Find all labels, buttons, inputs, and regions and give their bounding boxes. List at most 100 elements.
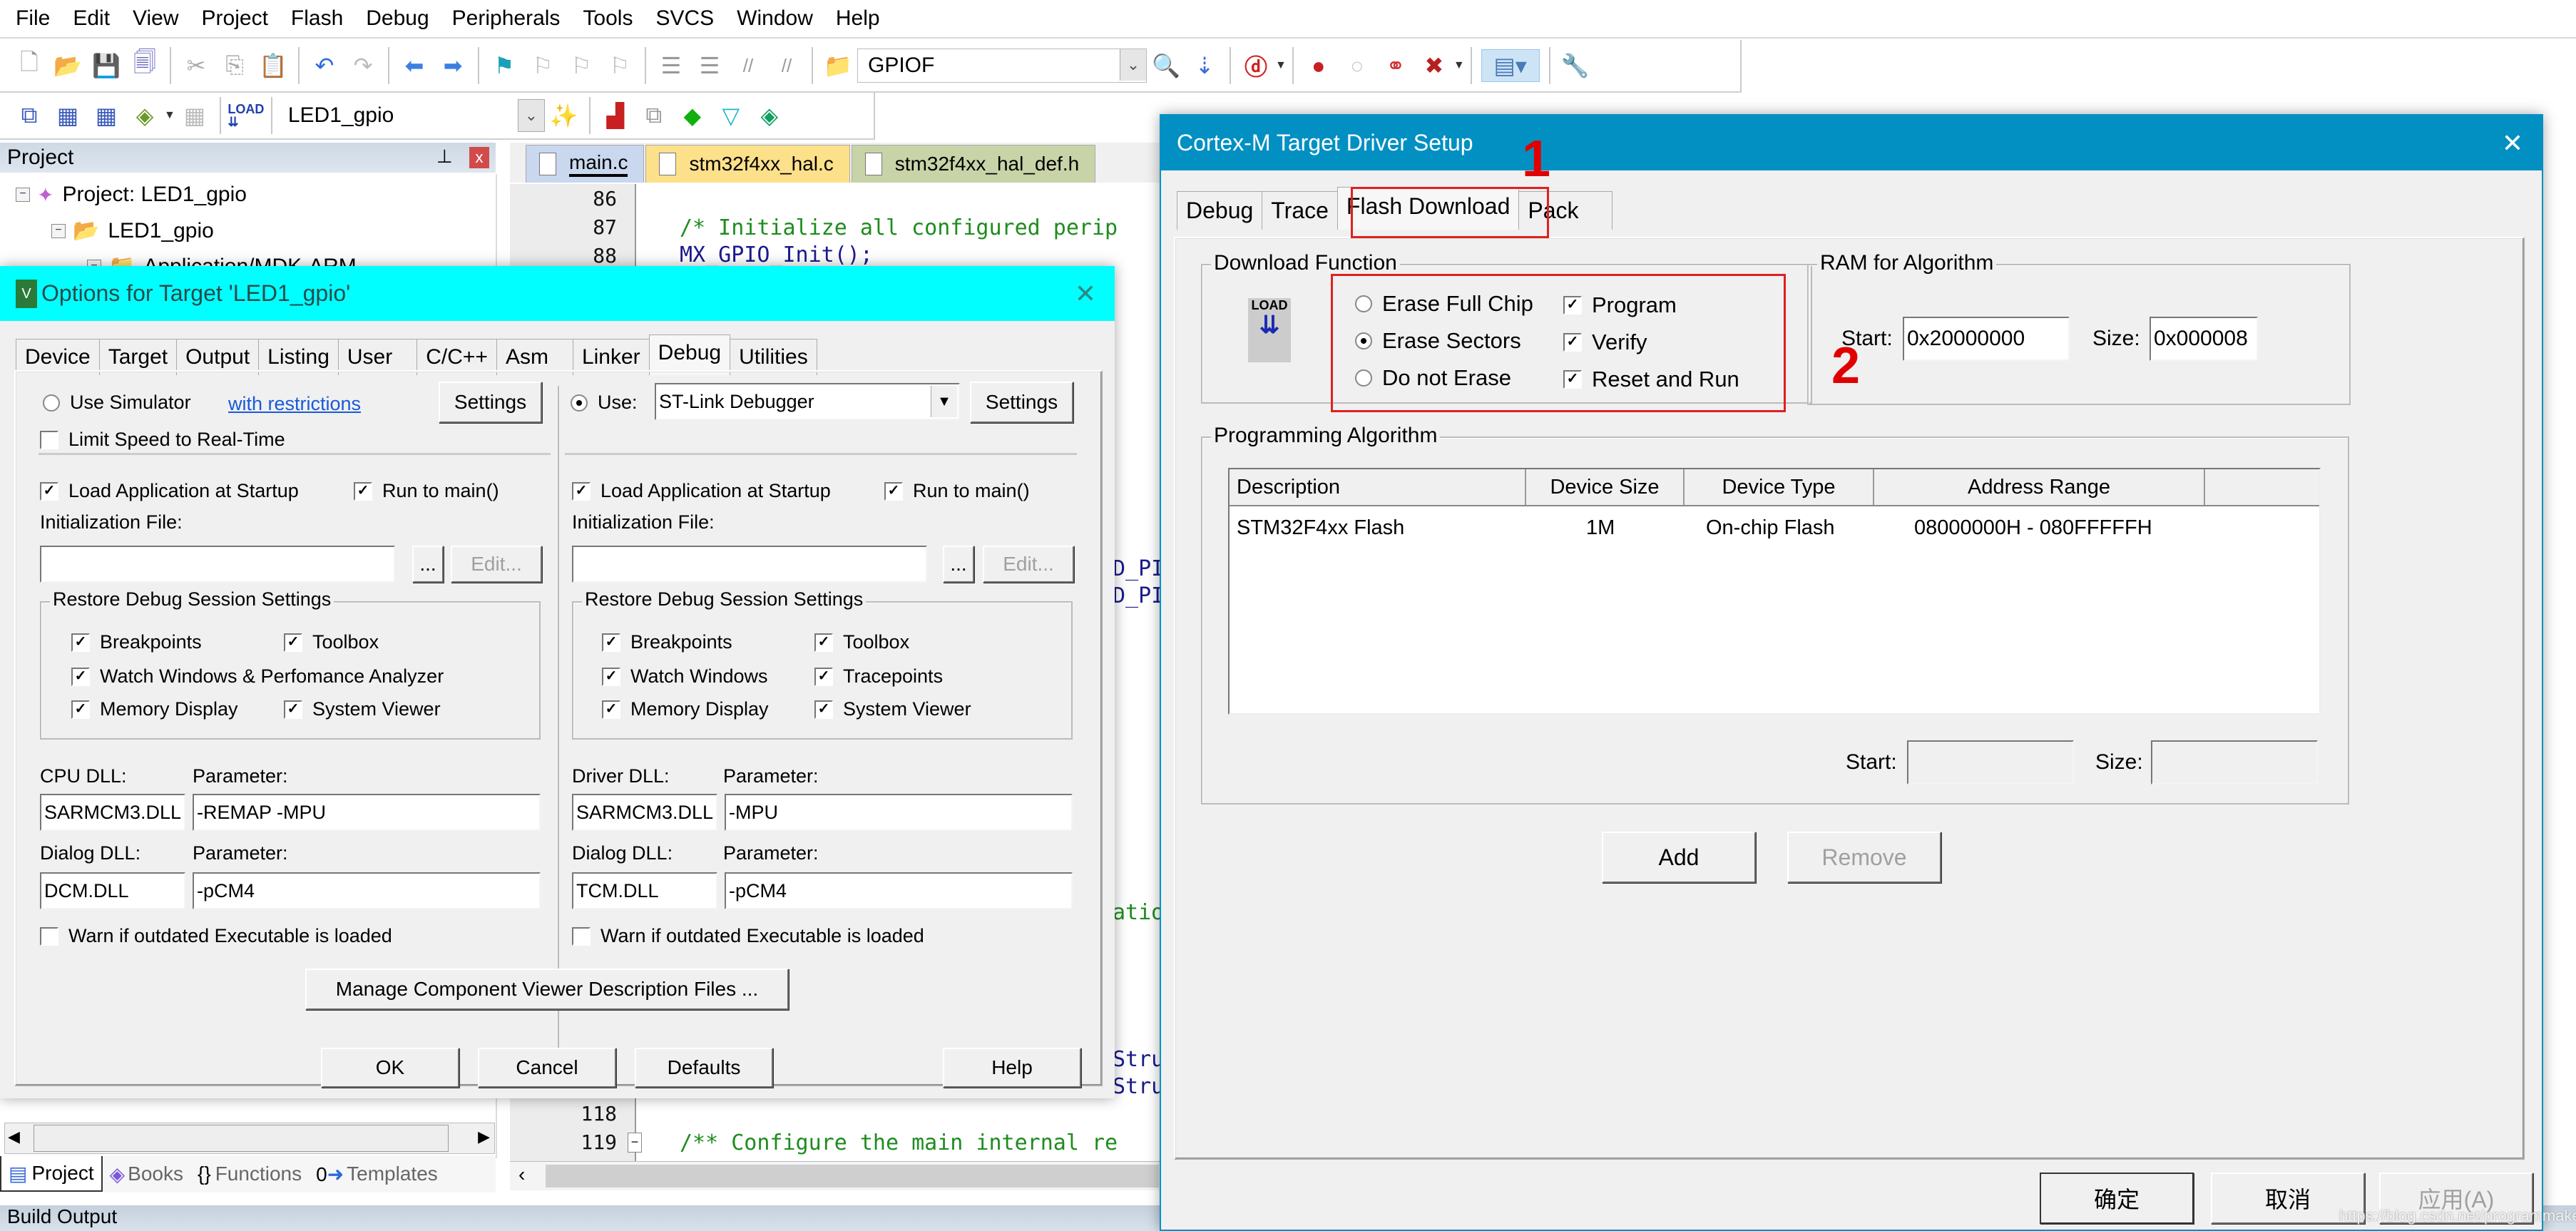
restore-memory-display-right[interactable]: ✓ Memory Display [602,698,769,720]
cpu-dll-parameter-input[interactable]: -REMAP -MPU [193,794,541,831]
tab-templates[interactable]: 0➜ Templates [309,1157,445,1191]
incremental-find-icon[interactable]: ⇣ [1189,50,1220,81]
close-icon[interactable]: ✕ [1075,279,1096,309]
browse-button-right[interactable]: ... [943,546,974,583]
dialog-dll-input-right[interactable]: TCM.DLL [572,872,717,909]
target-combo[interactable]: LED1_gpio ⌄ [277,99,545,132]
tree-item-project[interactable]: − ✦ Project: LED1_gpio [16,183,247,207]
window-layout-icon[interactable]: ▤▾ [1481,49,1540,82]
kill-breakpoints-icon[interactable]: ✖ [1419,50,1450,81]
menu-svcs[interactable]: SVCS [655,6,714,31]
simulator-settings-button[interactable]: Settings [439,382,542,423]
find-icon[interactable]: 🔍 [1150,50,1182,81]
edit-button-right[interactable]: Edit... [983,546,1074,583]
pack-installer-icon[interactable]: ◈ [754,100,785,131]
build-icon[interactable]: ▦ [52,100,83,131]
dialog-dll-input[interactable]: DCM.DLL [40,872,185,909]
enable-breakpoint-icon[interactable]: ○ [1341,50,1373,81]
menu-peripherals[interactable]: Peripherals [452,6,561,31]
bookmark-icon[interactable]: ⚑ [489,50,520,81]
limit-speed-checkbox[interactable]: Limit Speed to Real-Time [40,429,285,451]
restore-breakpoints-left[interactable]: ✓ Breakpoints [71,631,202,653]
chevron-down-icon[interactable]: ⌄ [517,99,545,132]
pack-filter-icon[interactable]: ▽ [715,100,747,131]
debugger-settings-button[interactable]: Settings [970,382,1073,423]
manage-rte-icon[interactable]: ◆ [677,100,708,131]
navigate-back-icon[interactable]: ⬅ [399,50,430,81]
tab-debug[interactable]: Debug [1177,191,1263,230]
restore-breakpoints-right[interactable]: ✓ Breakpoints [602,631,732,653]
restore-toolbox-left[interactable]: ✓ Toolbox [284,631,379,653]
cpu-dll-input[interactable]: SARMCM3.DLL [40,794,185,831]
menu-view[interactable]: View [133,6,178,31]
scroll-right-icon[interactable]: ▶ [478,1128,490,1146]
manage-component-viewer-button[interactable]: Manage Component Viewer Description File… [305,969,789,1010]
algorithm-size-input[interactable] [2151,740,2318,785]
warn-outdated-checkbox-left[interactable]: Warn if outdated Executable is loaded [40,925,392,947]
load-app-checkbox-left[interactable]: ✓ Load Application at Startup [40,480,299,502]
use-debugger-radio[interactable]: Use: [571,392,638,414]
table-row[interactable]: STM32F4xx Flash 1M On-chip Flash 0800000… [1230,514,2319,545]
menu-window[interactable]: Window [737,6,813,31]
dialog-title-bar[interactable]: V Options for Target 'LED1_gpio' ✕ [0,266,1115,321]
save-all-icon[interactable]: 🗐 [129,49,160,81]
add-algorithm-button[interactable]: Add [1602,832,1756,883]
debug-session-icon[interactable]: ⓓ [1240,50,1272,81]
tab-trace[interactable]: Trace [1262,191,1338,230]
save-icon[interactable]: 💾 [91,50,122,81]
manage-project-items-icon[interactable]: ▟ [600,100,631,131]
find-combo[interactable]: GPIOF ⌄ [857,48,1147,83]
init-file-input-left[interactable] [40,546,395,583]
collapse-icon[interactable]: − [51,223,66,238]
configure-wrench-icon[interactable]: 🔧 [1560,50,1591,81]
browse-button-left[interactable]: ... [412,546,444,583]
debugger-select[interactable]: ST-Link Debugger ▼ [655,383,960,420]
copy-icon[interactable]: ⎘ [219,50,250,81]
load-app-checkbox-right[interactable]: ✓ Load Application at Startup [572,480,831,502]
remove-algorithm-button[interactable]: Remove [1787,832,1941,883]
warn-outdated-checkbox-right[interactable]: Warn if outdated Executable is loaded [572,925,924,947]
next-bookmark-icon[interactable]: ⚐ [566,50,597,81]
close-icon[interactable]: ✕ [2502,128,2523,158]
menu-project[interactable]: Project [202,6,268,31]
column-header-device-size[interactable]: Device Size [1526,469,1685,505]
tree-item-target[interactable]: − 📂 LED1_gpio [51,218,214,243]
tab-main-c[interactable]: main.c [526,145,645,183]
batch-build-icon[interactable]: ◈ [129,100,160,131]
tab-debug[interactable]: Debug [648,334,731,375]
cancel-button[interactable]: Cancel [478,1048,616,1088]
comment-icon[interactable]: // [732,50,764,81]
download-load-icon[interactable]: LOAD ⇊ [228,100,264,131]
pin-icon[interactable]: ⊥ [436,145,453,168]
new-file-icon[interactable]: 🗋 [14,49,45,81]
column-header-address-range[interactable]: Address Range [1874,469,2205,505]
tab-stm32f4xx-hal-def-h[interactable]: stm32f4xx_hal_def.h [851,145,1096,183]
close-icon[interactable]: x [469,147,489,168]
chevron-down-icon[interactable]: ⌄ [1120,49,1146,81]
translate-icon[interactable]: ⧉ [14,100,45,131]
driver-dll-input[interactable]: SARMCM3.DLL [572,794,717,831]
tab-project[interactable]: ▤ Project [0,1156,103,1192]
undo-icon[interactable]: ↶ [309,50,340,81]
redo-icon[interactable]: ↷ [347,50,379,81]
menu-edit[interactable]: Edit [73,6,110,31]
disable-breakpoints-icon[interactable]: ⚭ [1380,50,1411,81]
paste-icon[interactable]: 📋 [257,50,289,81]
tab-stm32f4xx-hal-c[interactable]: stm32f4xx_hal.c [645,145,850,183]
restore-tracepoints-right[interactable]: ✓ Tracepoints [814,665,943,688]
clear-bookmarks-icon[interactable]: ⚐ [604,50,635,81]
fold-icon[interactable]: − [628,1133,642,1153]
menu-flash[interactable]: Flash [291,6,343,31]
navigate-forward-icon[interactable]: ➡ [437,50,469,81]
menu-tools[interactable]: Tools [583,6,633,31]
scrollbar-thumb[interactable] [546,1165,1159,1187]
restore-system-viewer-right[interactable]: ✓ System Viewer [814,698,971,720]
scroll-left-icon[interactable]: ◀ [8,1128,20,1146]
select-packs-icon[interactable]: ⧉ [638,100,670,131]
restore-watch-windows-right[interactable]: ✓ Watch Windows [602,665,768,688]
unindent-icon[interactable]: ☰ [694,50,725,81]
scrollbar-thumb[interactable] [34,1125,449,1152]
restore-watch-windows-left[interactable]: ✓ Watch Windows & Perfomance Analyzer [71,665,444,688]
ram-size-input[interactable]: 0x000008 [2150,317,2258,361]
dropdown-arrow-icon[interactable]: ▼ [931,386,957,417]
